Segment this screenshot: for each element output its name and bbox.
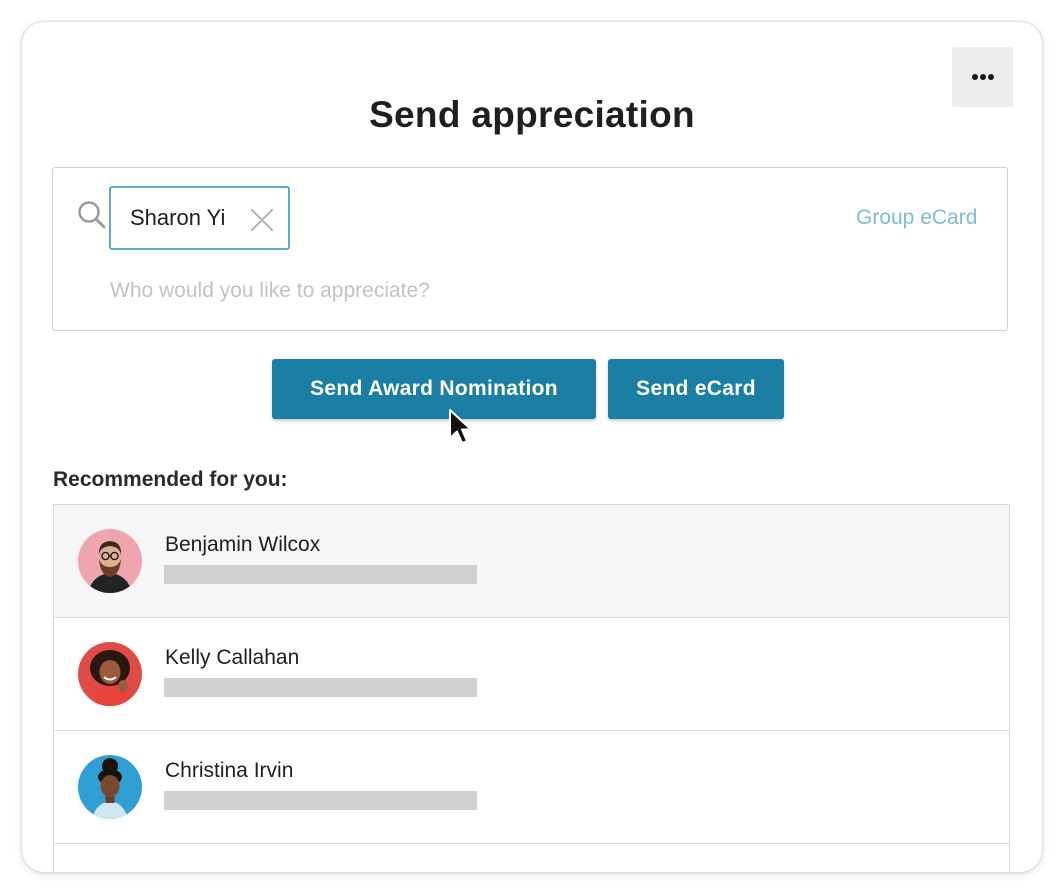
- send-award-nomination-button[interactable]: Send Award Nomination: [272, 359, 596, 419]
- close-icon[interactable]: [250, 208, 274, 232]
- person-name: Benjamin Wilcox: [165, 533, 321, 556]
- avatar: [78, 642, 142, 706]
- person-name: Kelly Callahan: [165, 646, 300, 669]
- placeholder-bar: [164, 791, 477, 810]
- list-item[interactable]: Christina Irvin: [54, 731, 1009, 844]
- recommended-heading: Recommended for you:: [53, 468, 288, 491]
- recipient-search-input[interactable]: [110, 276, 610, 306]
- placeholder-bar: [164, 565, 477, 584]
- list-item[interactable]: Kelly Callahan: [54, 618, 1009, 731]
- recipient-chip-label: Sharon Yi: [130, 205, 226, 230]
- page-title: Send appreciation: [369, 94, 695, 135]
- recommended-list: Benjamin Wilcox Kelly Callahan Christina…: [53, 504, 1010, 872]
- send-ecard-button[interactable]: Send eCard: [608, 359, 784, 419]
- more-options-button[interactable]: [952, 47, 1013, 107]
- placeholder-bar: [164, 678, 477, 697]
- avatar: [78, 755, 142, 819]
- recipient-chip: Sharon Yi: [109, 186, 290, 250]
- avatar: [78, 529, 142, 593]
- group-ecard-link[interactable]: Group eCard: [856, 204, 977, 232]
- recipient-search-box[interactable]: Sharon Yi Group eCard: [52, 167, 1008, 331]
- more-horizontal-icon: [971, 74, 994, 80]
- search-icon: [78, 201, 106, 229]
- send-appreciation-card: Send appreciation Sharon Yi Group eCard …: [22, 22, 1042, 872]
- list-item[interactable]: Benjamin Wilcox: [54, 505, 1009, 618]
- person-name: Christina Irvin: [165, 759, 294, 782]
